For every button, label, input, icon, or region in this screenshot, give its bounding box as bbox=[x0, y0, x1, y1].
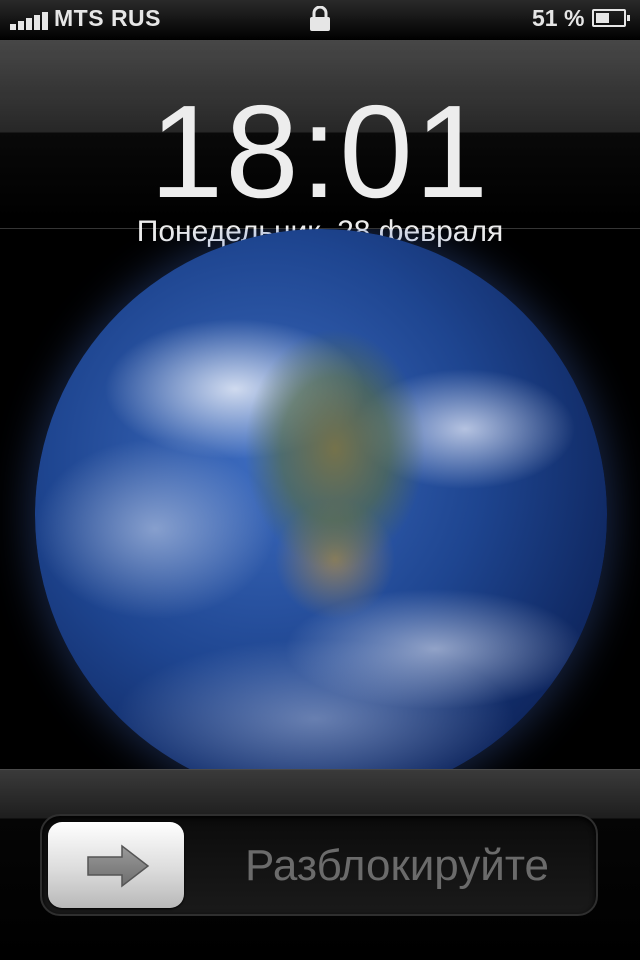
carrier-name: MTS RUS bbox=[54, 5, 161, 31]
unlock-slider-track[interactable]: Разблокируйте bbox=[40, 814, 598, 916]
earth-globe-image bbox=[35, 229, 607, 769]
lock-icon bbox=[310, 6, 330, 31]
status-bar: MTS RUS 51 % bbox=[0, 0, 640, 40]
clock-time: 18:01 bbox=[149, 78, 491, 225]
time-panel: 18:01 Понедельник, 28 февраля bbox=[0, 40, 640, 248]
wallpaper bbox=[0, 229, 640, 769]
unlock-slider-label: Разблокируйте bbox=[245, 841, 549, 890]
battery-icon bbox=[592, 9, 630, 27]
right-arrow-icon bbox=[87, 844, 150, 888]
unlock-panel: Разблокируйте bbox=[0, 769, 640, 960]
signal-strength-icon bbox=[10, 10, 50, 30]
battery-level-fill bbox=[596, 13, 609, 23]
unlock-slider-thumb[interactable] bbox=[48, 822, 184, 908]
lock-screen: MTS RUS 51 % 18:01 Понедельник, 28 февра… bbox=[0, 0, 640, 960]
battery-percentage: 51 % bbox=[532, 5, 585, 31]
